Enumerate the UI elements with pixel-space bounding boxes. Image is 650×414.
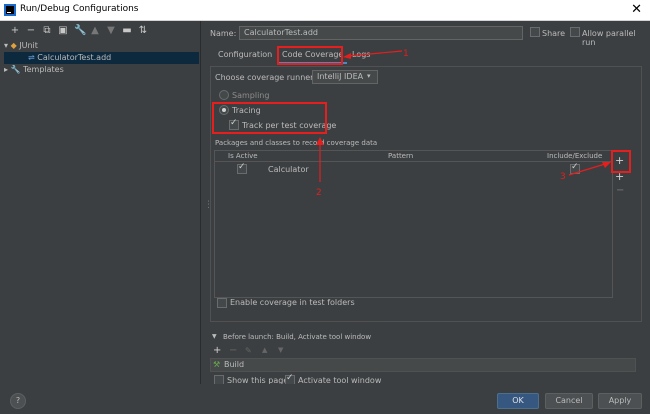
annotation-number-3: 3 [560,172,566,182]
tree-item-templates[interactable]: ▸ 🔧 Templates [4,64,199,76]
title-bar: Run/Debug Configurations ✕ [0,0,650,21]
tab-configuration[interactable]: Configuration [214,48,276,62]
runner-label: Choose coverage runner: [215,73,317,82]
allow-parallel-checkbox[interactable] [570,27,580,37]
move-up-icon[interactable]: ▲ [262,346,267,354]
arrow-up-icon[interactable]: ▲ [90,26,100,36]
remove-icon[interactable]: − [26,26,36,36]
tree-label-calculatortest: CalculatorTest.add [37,53,112,62]
collapse-arrow-icon[interactable]: ▼ [212,333,217,340]
remove-task-icon[interactable]: − [229,345,237,356]
expand-arrow-icon: ▾ [4,41,9,50]
annotation-arrow-1 [343,50,403,59]
annotation-box-2 [212,102,327,134]
wrench-icon[interactable]: 🔧 [74,26,86,36]
move-down-icon[interactable]: ▼ [278,346,283,354]
add-task-icon[interactable]: + [213,345,221,356]
folder-icon[interactable]: ▬ [122,26,132,36]
name-label: Name: [210,29,237,38]
before-launch-header: Before launch: Build, Activate tool wind… [223,333,372,341]
test-config-icon: ⇌ [28,53,35,62]
wrench-small-icon: 🔧 [10,65,21,74]
remove-pattern-icon[interactable]: − [616,185,624,196]
chevron-down-icon: ▾ [367,72,371,80]
copy-icon[interactable]: ⧉ [42,26,52,36]
before-launch-item-build[interactable]: Build [224,360,244,369]
column-pattern: Pattern [388,152,414,160]
ok-button[interactable]: OK [497,393,539,409]
allow-parallel-label: Allow parallel run [582,29,636,47]
tree-item-junit[interactable]: ▾ ◆ JUnit [4,40,199,52]
tree-label-templates: Templates [23,65,64,74]
window-title: Run/Debug Configurations [20,4,139,14]
edit-task-icon[interactable]: ✎ [245,346,252,355]
expand-arrow-icon: ▸ [4,65,9,74]
save-icon[interactable]: ▣ [58,26,68,36]
annotation-number-1: 1 [403,49,409,59]
runner-value: IntelliJ IDEA [317,72,364,81]
tree-item-calculatortest[interactable]: ⇌ CalculatorTest.add [4,52,199,64]
enable-test-folders-checkbox[interactable] [217,298,227,308]
annotation-box-3 [611,150,631,173]
name-field[interactable]: CalculatorTest.add [239,26,523,40]
annotation-arrow-2 [316,137,324,182]
apply-button[interactable]: Apply [598,393,642,409]
help-button[interactable]: ? [10,393,26,409]
column-is-active: Is Active [228,152,258,160]
tree-label-junit: JUnit [19,41,38,50]
annotation-number-2: 2 [316,188,322,198]
sampling-radio[interactable] [219,90,229,100]
junit-icon: ◆ [10,41,17,50]
share-label: Share [542,29,566,38]
arrow-down-icon[interactable]: ▼ [106,26,116,36]
sort-icon[interactable]: ⇅ [138,26,148,36]
cancel-button[interactable]: Cancel [545,393,593,409]
share-checkbox[interactable] [530,27,540,37]
row-pattern[interactable]: Calculator [268,165,309,174]
close-icon[interactable]: ✕ [631,2,642,17]
enable-test-folders-label: Enable coverage in test folders [230,298,355,307]
annotation-arrow-3 [568,162,611,176]
add-icon[interactable]: + [10,26,20,36]
before-launch-list[interactable] [210,358,636,372]
hammer-icon: ⚒ [213,360,221,369]
sampling-label: Sampling [232,91,270,100]
packages-label: Packages and classes to record coverage … [215,139,378,147]
row-active-checkbox[interactable] [237,162,247,174]
intellij-app-icon [4,4,16,16]
annotation-box-1 [277,46,343,65]
column-include-exclude: Include/Exclude [547,152,603,160]
